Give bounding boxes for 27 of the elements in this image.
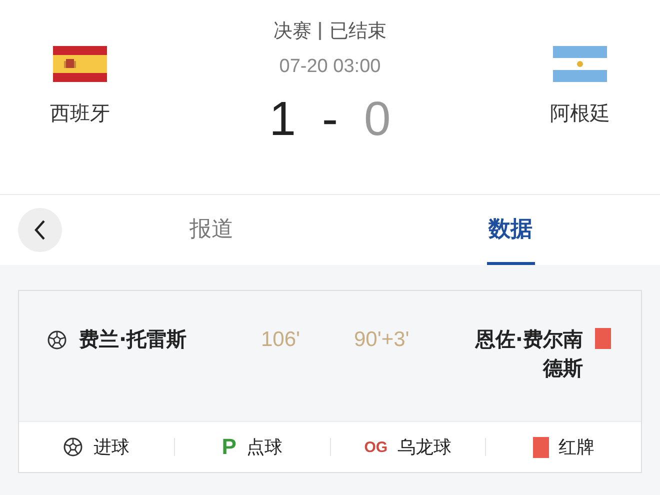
ball-icon — [47, 330, 67, 350]
match-stage: 决赛 — [273, 19, 312, 44]
away-score: 0 — [364, 92, 391, 147]
match-time: 07-20 03:00 — [279, 56, 381, 78]
penalty-icon: P — [222, 434, 236, 460]
legend-label: 红牌 — [558, 436, 595, 459]
team-name: 西班牙 — [50, 100, 110, 127]
ball-icon — [63, 437, 84, 457]
own-goal-icon: OG — [364, 438, 388, 456]
tab[interactable]: 报道 — [188, 195, 236, 265]
legend-label: 点球 — [246, 436, 282, 459]
tab[interactable]: 数据 — [486, 195, 534, 265]
back-button[interactable] — [18, 208, 62, 252]
card-icon — [532, 436, 549, 458]
flag-icon — [552, 46, 607, 82]
legend-label: 进球 — [93, 436, 130, 459]
player-name: 费兰·托雷斯 — [79, 326, 187, 353]
event-minute: 90'+3' — [354, 327, 410, 353]
event-minute: 106' — [260, 327, 302, 353]
match-status: 已结束 — [329, 19, 386, 44]
score-separator: - — [322, 92, 338, 147]
flag-icon — [53, 46, 107, 82]
team-name: 阿根廷 — [550, 100, 610, 127]
home-score: 1 — [269, 92, 296, 147]
legend-label: 乌龙球 — [398, 436, 452, 459]
player-name: 恩佐·费尔南德斯 — [474, 326, 583, 382]
card-icon — [595, 328, 611, 349]
